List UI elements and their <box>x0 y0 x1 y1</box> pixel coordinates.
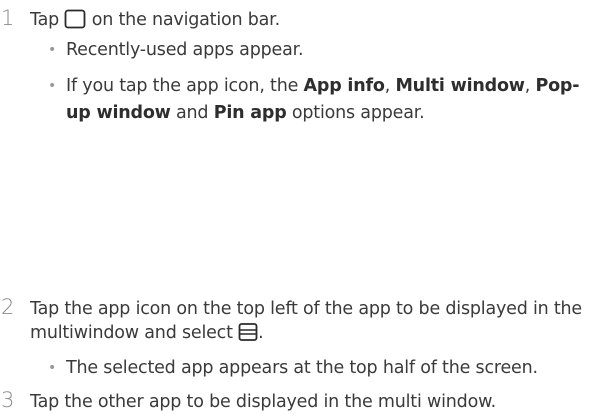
option-multi-window: Multi window <box>395 76 525 96</box>
bullet-dot: • <box>48 78 57 94</box>
step-2-bullet-1: • The selected app appears at the top ha… <box>48 355 588 382</box>
overview-square-icon <box>64 9 86 36</box>
bullet-dot: • <box>48 360 57 376</box>
step-number: 2 <box>1 295 15 319</box>
step-text: Tap the app icon on the top left of the … <box>30 297 585 349</box>
option-app-info: App info <box>303 76 385 96</box>
step-number: 1 <box>1 6 15 30</box>
step-text: Tap on the navigation bar. <box>30 8 585 36</box>
step-1-bullet-2: • If you tap the app icon, the App info,… <box>48 73 588 127</box>
bullet-dot: • <box>48 42 57 58</box>
split-screen-icon <box>238 322 258 349</box>
option-pin-app: Pin app <box>213 103 287 123</box>
step-text: Tap the other app to be displayed in the… <box>30 392 496 412</box>
step-1-bullet-1: • Recently-used apps appear. <box>48 37 588 64</box>
step-number: 3 <box>1 388 15 412</box>
